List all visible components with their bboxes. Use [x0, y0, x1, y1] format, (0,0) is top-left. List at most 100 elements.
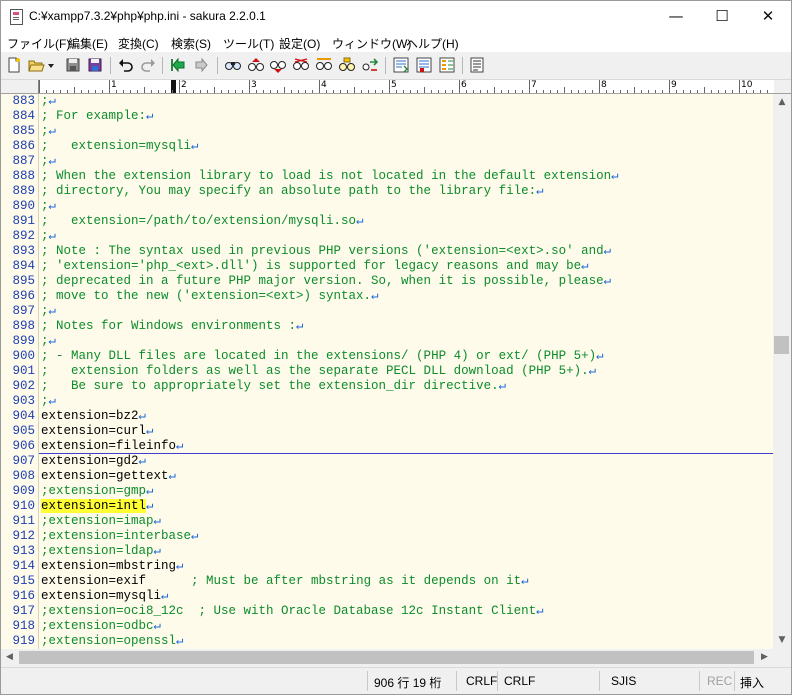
editor-line[interactable]: 909 ;extension=gmp↵ — [1, 484, 773, 499]
horizontal-scrollbar[interactable]: ◀ ▶ — [1, 649, 773, 666]
vertical-scroll-thumb[interactable] — [774, 336, 789, 354]
jump-forward-icon[interactable] — [193, 56, 211, 74]
editor-line[interactable]: 902 ; Be sure to appropriately set the ex… — [1, 379, 773, 394]
eol-mark-icon: ↵ — [146, 424, 154, 438]
scroll-up-button[interactable]: ▲ — [773, 94, 791, 111]
ruler-tick — [536, 90, 537, 93]
vertical-scrollbar[interactable]: ▲ ▼ — [773, 94, 791, 649]
editor-line[interactable]: 898 ; Notes for Windows environments :↵ — [1, 319, 773, 334]
editor-line[interactable]: 885 ;↵ — [1, 124, 773, 139]
document-list-icon[interactable] — [468, 56, 486, 74]
menu-help[interactable]: ヘルプ(H) — [406, 35, 459, 52]
line-text: ;↵ — [41, 124, 56, 139]
new-file-icon[interactable] — [5, 56, 23, 74]
line-content: extension=mysqli — [41, 589, 162, 603]
editor-line[interactable]: 917 ;extension=oci8_12c ; Use with Oracle… — [1, 604, 773, 619]
ruler-tick — [494, 87, 495, 93]
replace-icon[interactable] — [292, 56, 310, 74]
search-next-icon[interactable] — [269, 56, 287, 74]
editor-line[interactable]: 906 extension=fileinfo↵ — [1, 439, 773, 454]
scroll-left-button[interactable]: ◀ — [1, 649, 18, 666]
editor-line[interactable]: 897 ;↵ — [1, 304, 773, 319]
menu-search[interactable]: 検索(S) — [171, 35, 211, 52]
editor-line[interactable]: 913 ;extension=ldap↵ — [1, 544, 773, 559]
grep-replace-icon[interactable] — [392, 56, 410, 74]
minimize-button[interactable]: — — [653, 1, 699, 32]
redo-icon[interactable] — [139, 56, 157, 74]
editor-line[interactable]: 888 ; When the extension library to load … — [1, 169, 773, 184]
open-folder-icon[interactable] — [27, 56, 45, 74]
editor-line[interactable]: 918 ;extension=odbc↵ — [1, 619, 773, 634]
editor-line[interactable]: 916 extension=mysqli↵ — [1, 589, 773, 604]
editor-line[interactable]: 903 ;↵ — [1, 394, 773, 409]
eol-input-status[interactable]: CRLF — [504, 674, 535, 688]
menu-settings[interactable]: 設定(O) — [279, 35, 320, 52]
editor-line[interactable]: 896 ; move to the new ('extension=<ext>) … — [1, 289, 773, 304]
ruler-tick — [39, 80, 40, 93]
compare-icon[interactable] — [361, 56, 379, 74]
status-separator — [367, 671, 368, 691]
editor-line[interactable]: 900 ; - Many DLL files are located in the… — [1, 349, 773, 364]
line-number: 899 — [12, 334, 35, 348]
editor-line[interactable]: 892 ;↵ — [1, 229, 773, 244]
ruler-tick — [585, 90, 586, 93]
editor-line[interactable]: 883 ;↵ — [1, 94, 773, 109]
search-icon[interactable] — [224, 56, 242, 74]
editor-line[interactable]: 901 ; extension folders as well as the se… — [1, 364, 773, 379]
maximize-button[interactable]: ☐ — [699, 1, 745, 32]
search-prev-icon[interactable] — [247, 56, 265, 74]
editor-line[interactable]: 887 ;↵ — [1, 154, 773, 169]
editor-line[interactable]: 889 ; directory, You may specify an absol… — [1, 184, 773, 199]
editor-line[interactable]: 886 ; extension=mysqli↵ — [1, 139, 773, 154]
horizontal-scroll-thumb[interactable] — [19, 651, 754, 664]
editor-line[interactable]: 911 ;extension=imap↵ — [1, 514, 773, 529]
menu-convert[interactable]: 変換(C) — [118, 35, 159, 52]
search-box-icon[interactable] — [315, 56, 333, 74]
line-number: 896 — [12, 289, 35, 303]
status-separator — [497, 671, 498, 691]
outline-icon[interactable] — [438, 56, 456, 74]
editor-line[interactable]: 910 extension=intl↵ — [1, 499, 773, 514]
undo-icon[interactable] — [117, 56, 135, 74]
mark-icon[interactable] — [415, 56, 433, 74]
grep-icon[interactable] — [338, 56, 356, 74]
ruler-label: 1 — [111, 80, 117, 90]
ruler-tick — [60, 90, 61, 93]
menu-file[interactable]: ファイル(F) — [7, 35, 70, 52]
editor-line[interactable]: 890 ;↵ — [1, 199, 773, 214]
scroll-right-button[interactable]: ▶ — [756, 649, 773, 666]
close-button[interactable]: ✕ — [745, 1, 791, 32]
editor-line[interactable]: 915 extension=exif ; Must be after mbstri… — [1, 574, 773, 589]
eol-mark-icon: ↵ — [168, 469, 177, 483]
editor-line[interactable]: 893 ; Note : The syntax used in previous … — [1, 244, 773, 259]
line-text: ; Be sure to appropriately set the exten… — [41, 379, 506, 394]
text-editor[interactable]: 883 ;↵ 884; For example:↵ 885 ;↵ 886; extensi… — [1, 94, 773, 649]
save-all-icon[interactable] — [86, 56, 104, 74]
editor-line[interactable]: 891 ; extension=/path/to/extension/mysqli… — [1, 214, 773, 229]
ruler-tick — [186, 90, 187, 93]
editor-line[interactable]: 904 extension=bz2↵ — [1, 409, 773, 424]
editor-line[interactable]: 899 ;↵ — [1, 334, 773, 349]
ruler-tick — [158, 90, 159, 93]
menu-tools[interactable]: ツール(T) — [223, 35, 274, 52]
editor-line[interactable]: 907 extension=gd2↵ — [1, 454, 773, 469]
jump-back-icon[interactable] — [169, 56, 187, 74]
editor-line[interactable]: 895 ; deprecated in a future PHP major ve… — [1, 274, 773, 289]
editor-line[interactable]: 914 extension=mbstring↵ — [1, 559, 773, 574]
menu-window[interactable]: ウィンドウ(W) — [332, 35, 411, 52]
ruler-label: 6 — [461, 80, 467, 90]
editor-line[interactable]: 905 extension=curl↵ — [1, 424, 773, 439]
menu-edit[interactable]: 編集(E) — [68, 35, 108, 52]
editor-line[interactable]: 884 ; For example:↵ — [1, 109, 773, 124]
line-number: 908 — [12, 469, 35, 483]
editor-line[interactable]: 919 ;extension=openssl↵ — [1, 634, 773, 649]
editor-line[interactable]: 908 extension=gettext↵ — [1, 469, 773, 484]
encoding-status[interactable]: SJIS — [611, 674, 636, 688]
editor-line[interactable]: 894 ; 'extension='php_<ext>.dll') is supp… — [1, 259, 773, 274]
dropdown-arrow-icon[interactable] — [46, 56, 56, 74]
save-icon[interactable] — [64, 56, 82, 74]
eol-mark-icon: ↵ — [176, 559, 184, 573]
scroll-down-button[interactable]: ▼ — [773, 632, 791, 649]
editor-line[interactable]: 912 ;extension=interbase↵ — [1, 529, 773, 544]
insert-mode-status[interactable]: 挿入 — [740, 674, 764, 691]
